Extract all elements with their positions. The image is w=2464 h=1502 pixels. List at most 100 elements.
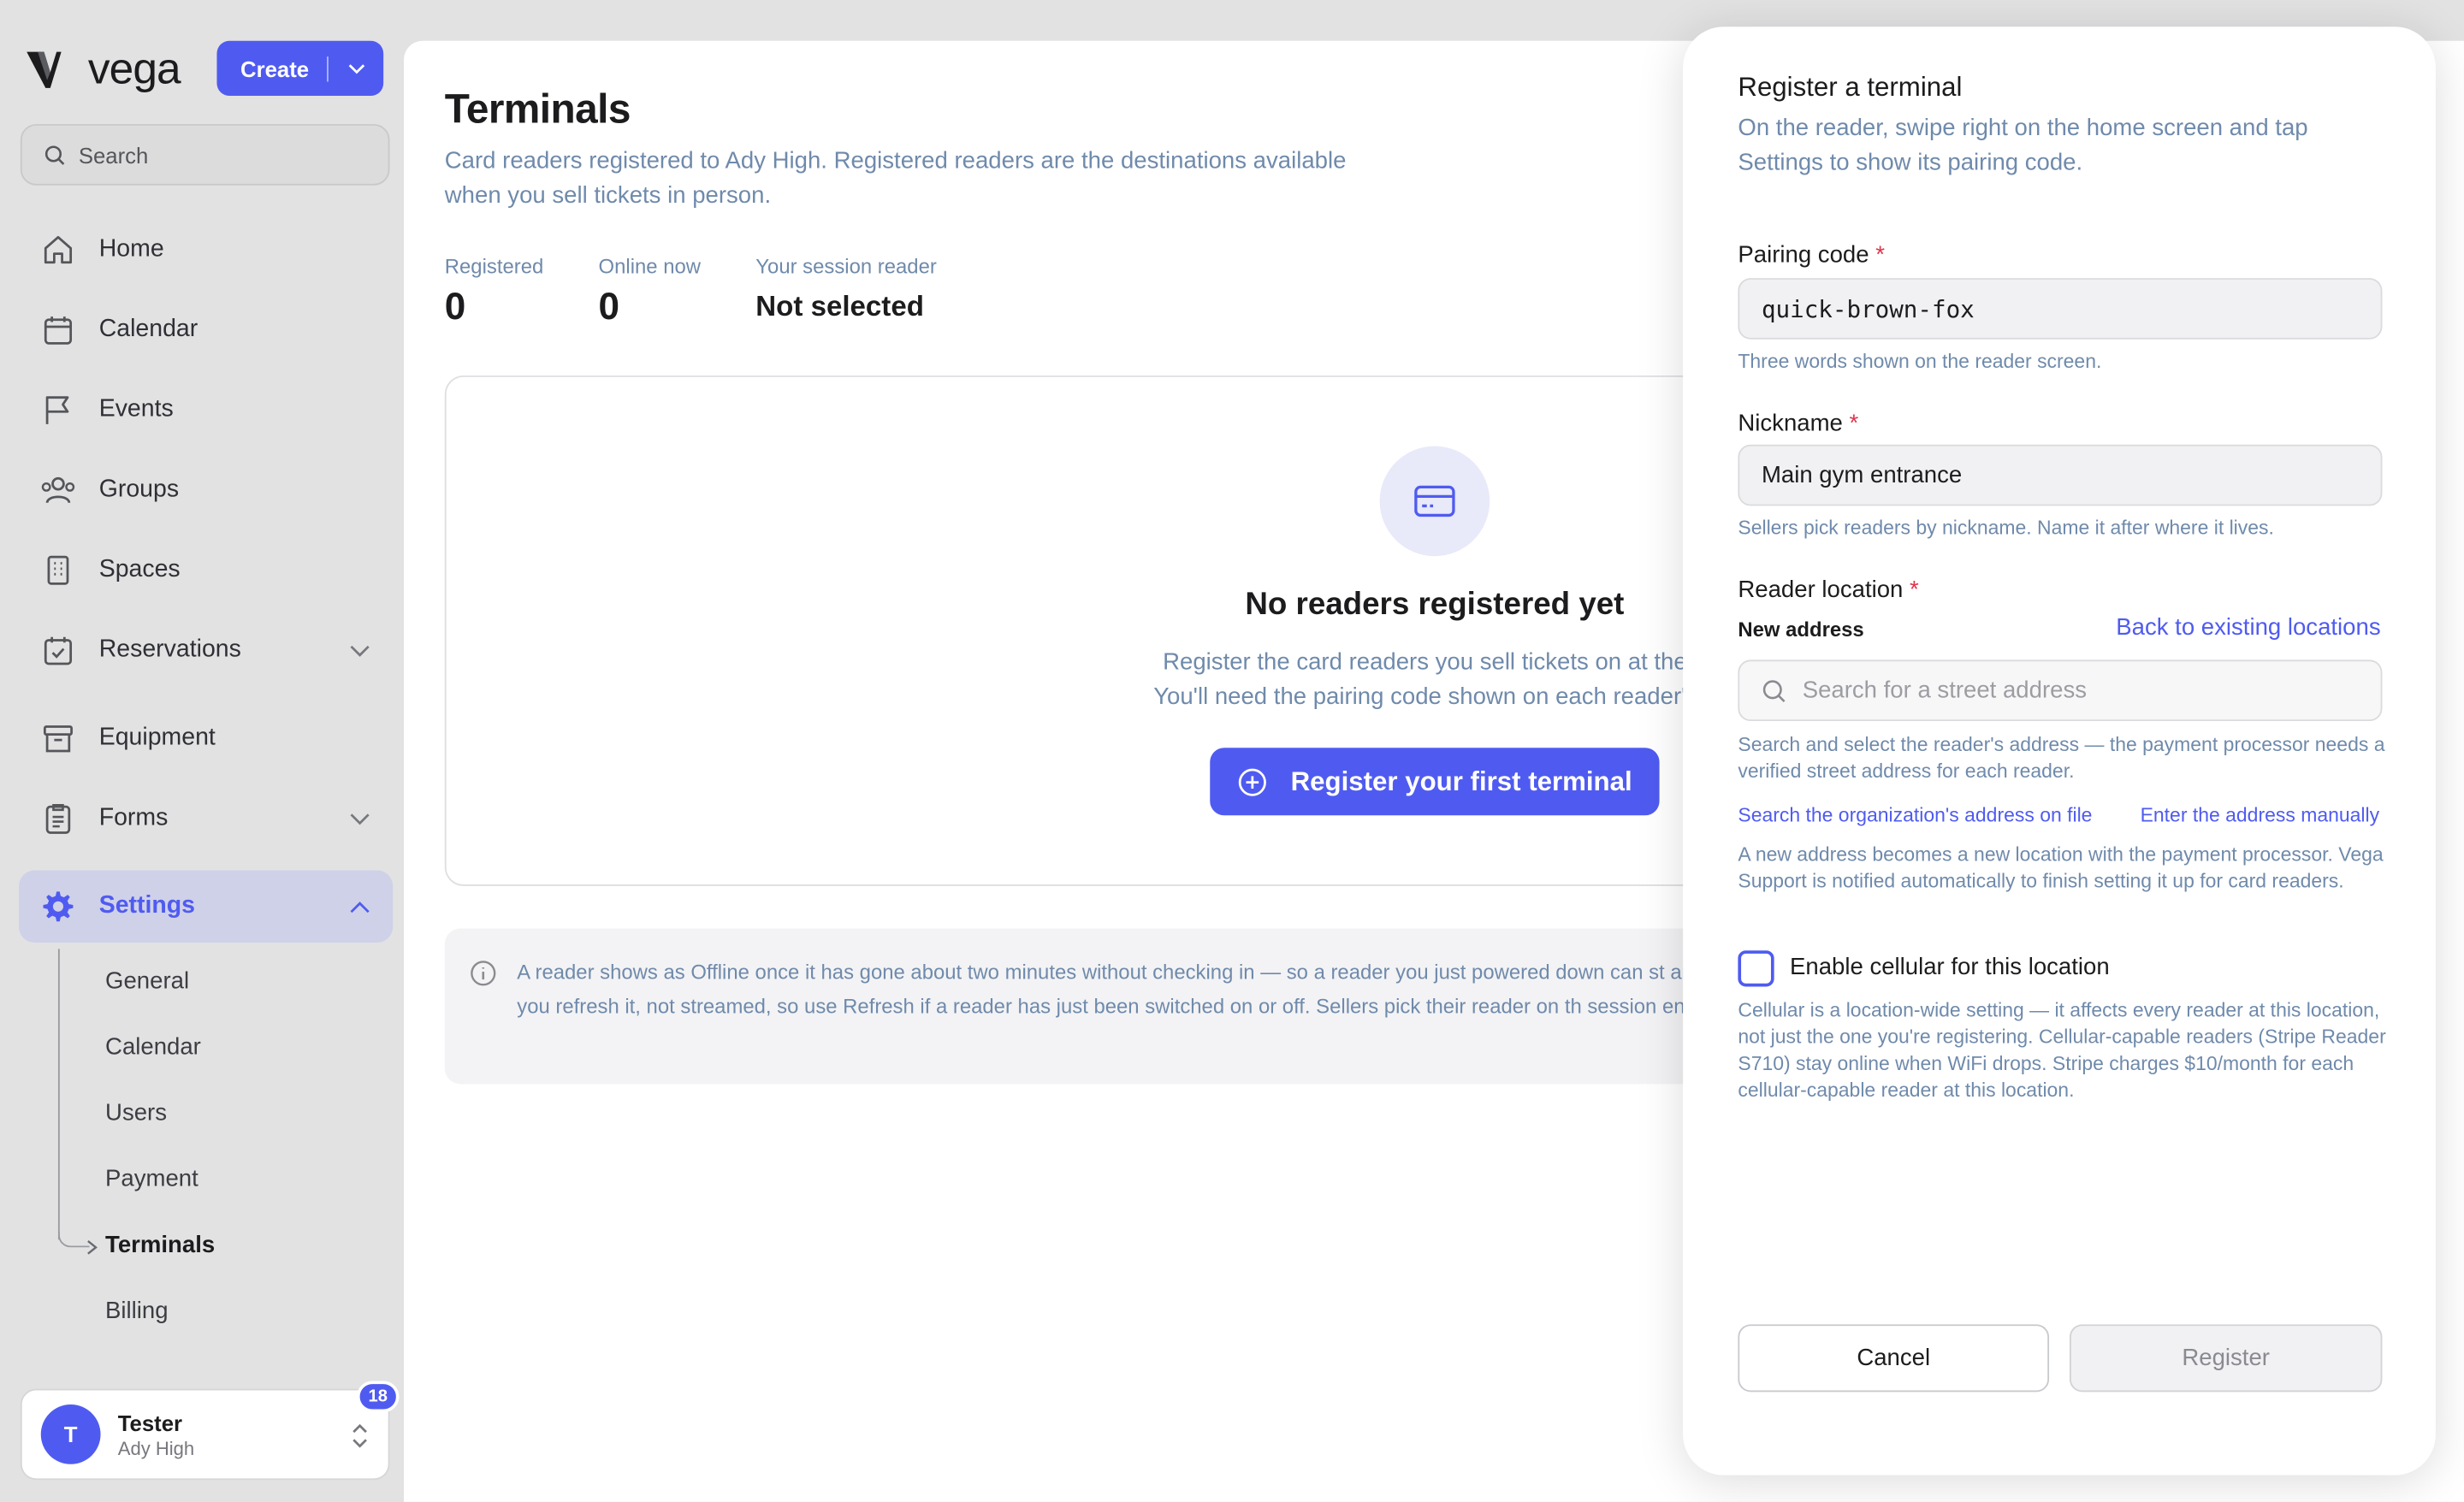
back-to-existing-locations-link[interactable]: Back to existing locations [2116, 614, 2380, 641]
clipboard-icon [39, 800, 77, 837]
drawer-subtitle: On the reader, swipe right on the home s… [1738, 115, 2308, 176]
cellular-note: Cellular is a location-wide setting — it… [1738, 999, 2386, 1102]
nav-item-spaces[interactable]: Spaces [19, 534, 393, 606]
chevron-down-icon[interactable] [349, 806, 371, 834]
address-search-input[interactable]: Search for a street address [1738, 659, 2383, 722]
cellular-checkbox[interactable] [1738, 950, 1774, 987]
nav-item-settings[interactable]: Settings [19, 870, 394, 943]
nav-item-label: Calendar [98, 316, 198, 343]
nav-item-label: Groups [98, 476, 180, 503]
gear-icon [39, 888, 77, 925]
nickname-value: Main gym entrance [1761, 461, 1963, 489]
stat-value: Not selected [755, 290, 924, 322]
info-text: A reader shows as Offline once it has go… [517, 960, 1759, 1019]
button-label: Register your first terminal [1290, 766, 1632, 796]
nav-item-label: Equipment [98, 724, 216, 751]
flag-icon [39, 391, 77, 429]
chevron-down-icon[interactable] [329, 62, 383, 75]
user-menu[interactable]: T Tester Ady High [20, 1388, 390, 1481]
brand-name: vega [87, 44, 181, 93]
archive-icon [39, 719, 77, 757]
terminal-stats: Registered 0 Online now 0 Your session r… [445, 255, 992, 330]
subnav-item-users[interactable]: Users [105, 1100, 167, 1126]
stat-session-reader: Your session reader Not selected [755, 255, 937, 330]
search-icon [1762, 679, 1786, 702]
register-terminal-drawer: Register a terminal On the reader, swipe… [1683, 27, 2436, 1475]
new-address-label: New address [1738, 617, 1864, 642]
brand-logo[interactable]: vega [25, 44, 181, 94]
org-address-link[interactable]: Search the organization's address on fil… [1738, 804, 2092, 826]
nav-item-home[interactable]: Home [19, 214, 393, 286]
subnav-item-general[interactable]: General [105, 967, 189, 994]
home-icon [39, 231, 77, 269]
chevron-up-icon[interactable] [349, 894, 371, 922]
subnav-item-payment[interactable]: Payment [105, 1166, 198, 1192]
pairing-code-field[interactable]: quick-brown-fox [1738, 278, 2383, 340]
page-description: Card readers registered to Ady High. Reg… [444, 147, 1347, 210]
stat-value: 0 [598, 286, 620, 328]
stat-online: Online now 0 [599, 255, 701, 330]
drawer-title: Register a terminal [1738, 72, 1963, 103]
subnav-item-billing[interactable]: Billing [105, 1298, 169, 1324]
stat-label: Registered [444, 254, 544, 279]
create-button-label: Create [240, 56, 310, 81]
stat-value: 0 [444, 286, 466, 328]
nav-item-label: Spaces [98, 556, 181, 583]
address-placeholder: Search for a street address [1802, 677, 2088, 704]
label-text: Pairing code [1738, 241, 1869, 269]
nav-item-label: Home [98, 235, 164, 263]
create-button[interactable]: Create [216, 40, 384, 97]
nav-item-equipment[interactable]: Equipment [19, 702, 393, 774]
nav-item-forms[interactable]: Forms [19, 783, 393, 854]
required-marker: * [1849, 410, 1859, 437]
empty-state-line: You'll need the pairing code shown on ea… [1153, 683, 1716, 711]
vega-logo-icon [27, 51, 62, 88]
register-first-terminal-button[interactable]: Register your first terminal [1210, 748, 1660, 816]
pairing-code-value: quick-brown-fox [1761, 294, 1975, 323]
nav-item-groups[interactable]: Groups [19, 454, 393, 526]
chevron-down-icon[interactable] [349, 638, 371, 666]
avatar: T [40, 1404, 101, 1464]
nav-item-label: Settings [98, 892, 196, 920]
subnav-item-terminals[interactable]: Terminals [105, 1232, 215, 1258]
address-hint: Search and select the reader's address —… [1738, 733, 2385, 783]
subnav-line [57, 949, 60, 1240]
enter-address-manually-link[interactable]: Enter the address manually [2141, 804, 2379, 826]
search-input[interactable]: Search [20, 124, 390, 186]
users-icon [39, 471, 77, 509]
subnav-item-calendar[interactable]: Calendar [105, 1034, 201, 1061]
cellular-checkbox-label[interactable]: Enable cellular for this location [1790, 954, 2110, 980]
register-button[interactable]: Register [2069, 1324, 2383, 1393]
nav-item-calendar[interactable]: Calendar [19, 293, 393, 365]
chevron-right-icon [87, 1240, 98, 1255]
empty-state-title: No readers registered yet [1245, 587, 1625, 623]
nav-item-label: Forms [98, 804, 169, 831]
building-icon [39, 552, 77, 589]
sidebar: vega Create Search Home Calendar Events … [0, 0, 405, 1502]
nickname-field[interactable]: Main gym entrance [1738, 444, 2383, 506]
plus-circle-icon [1239, 767, 1267, 795]
search-placeholder: Search [78, 142, 149, 168]
cancel-button[interactable]: Cancel [1738, 1324, 2050, 1393]
empty-state-card: No readers registered yet Register the c… [444, 375, 1859, 886]
page-title: Terminals [444, 85, 631, 133]
calendar-check-icon [39, 631, 77, 669]
stat-label: Online now [598, 254, 702, 279]
nav-item-events[interactable]: Events [19, 374, 393, 446]
pairing-code-label: Pairing code * [1738, 242, 1885, 269]
search-icon [44, 145, 65, 164]
label-text: Nickname [1738, 410, 1843, 437]
label-text: Reader location [1738, 577, 1904, 604]
chevron-up-down-icon [351, 1422, 370, 1458]
new-location-note: A new address becomes a new location wit… [1738, 843, 2384, 893]
calendar-icon [39, 311, 77, 349]
notification-badge[interactable]: 18 [356, 1381, 400, 1413]
info-icon [470, 960, 496, 994]
nav-item-label: Reservations [98, 636, 241, 664]
reader-location-label: Reader location * [1738, 577, 1918, 603]
required-marker: * [1875, 241, 1885, 269]
empty-state-description: Register the card readers you sell ticke… [1091, 646, 1779, 715]
nav-item-label: Events [98, 395, 174, 423]
nav-item-reservations[interactable]: Reservations [19, 614, 393, 686]
info-callout: A reader shows as Offline once it has go… [444, 928, 1859, 1085]
